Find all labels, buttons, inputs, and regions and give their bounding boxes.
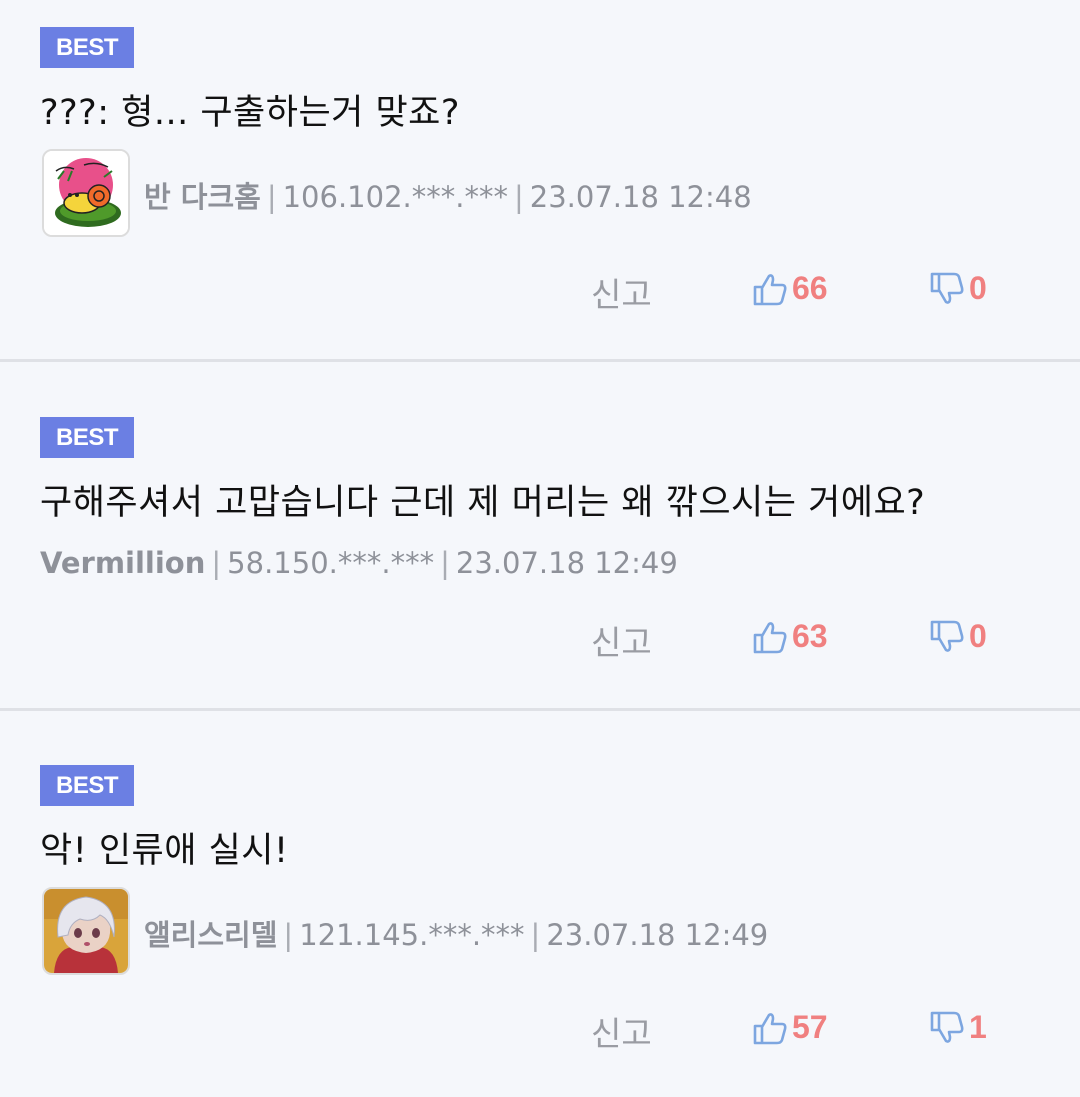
comment-item: BEST 악! 인류애 실시! 앨리스리델 | 121.145.***.*** | 23…	[0, 711, 1080, 1097]
nickname[interactable]: 반 다크홈	[144, 180, 261, 214]
upvote-count: 66	[792, 270, 828, 306]
thumbs-down-icon	[930, 1011, 964, 1043]
separator: |	[513, 180, 524, 214]
anime-girl-avatar-icon	[44, 889, 128, 973]
best-badge: BEST	[40, 765, 134, 806]
downvote-button[interactable]: 0	[929, 618, 987, 655]
timestamp: 23.07.18 12:49	[546, 918, 769, 952]
comment-text: ???: 형... 구출하는거 맞죠?	[40, 93, 460, 133]
thumbs-down-icon	[930, 620, 964, 652]
thumbs-down-icon	[930, 272, 964, 304]
comment-meta: Vermillion | 58.150.***.*** | 23.07.18 12:49	[40, 546, 678, 580]
report-button[interactable]: 신고	[591, 268, 652, 316]
comment-item: BEST ???: 형... 구출하는거 맞죠? 반 다크홈 | 106.102.*…	[0, 0, 1080, 360]
timestamp: 23.07.18 12:48	[529, 180, 752, 214]
upvote-button[interactable]: 63	[752, 618, 828, 655]
thumbs-up-icon	[753, 1012, 787, 1044]
nickname[interactable]: 앨리스리델	[144, 918, 277, 952]
thumbs-up-icon	[753, 621, 787, 653]
report-button[interactable]: 신고	[591, 1007, 652, 1055]
downvote-button[interactable]: 1	[929, 1009, 987, 1046]
upvote-count: 63	[792, 618, 828, 654]
upvote-button[interactable]: 57	[752, 1009, 828, 1046]
separator: |	[283, 918, 294, 952]
ip-address: 106.102.***.***	[282, 180, 508, 214]
timestamp: 23.07.18 12:49	[455, 546, 678, 580]
separator: |	[266, 180, 277, 214]
comment-meta: 앨리스리델 | 121.145.***.*** | 23.07.18 12:49	[144, 912, 768, 954]
separator: |	[211, 546, 222, 580]
comment-text: 구해주셔서 고맙습니다 근데 제 머리는 왜 깎으시는 거에요?	[40, 483, 926, 523]
upvote-count: 57	[792, 1009, 828, 1045]
upvote-button[interactable]: 66	[752, 270, 828, 307]
cartoon-snail-avatar-icon	[44, 151, 128, 235]
downvote-count: 0	[969, 618, 987, 654]
separator: |	[440, 546, 450, 580]
comment-meta: 반 다크홈 | 106.102.***.*** | 23.07.18 12:48	[144, 174, 752, 216]
ip-address: 121.145.***.***	[299, 918, 525, 952]
report-button[interactable]: 신고	[591, 616, 652, 664]
best-badge: BEST	[40, 417, 134, 458]
nickname[interactable]: Vermillion	[40, 546, 205, 580]
best-badge: BEST	[40, 27, 134, 68]
downvote-count: 1	[969, 1009, 987, 1045]
ip-address: 58.150.***.***	[227, 546, 435, 580]
downvote-button[interactable]: 0	[929, 270, 987, 307]
comment-item: BEST 구해주셔서 고맙습니다 근데 제 머리는 왜 깎으시는 거에요? Ve…	[0, 362, 1080, 708]
downvote-count: 0	[969, 270, 987, 306]
thumbs-up-icon	[753, 273, 787, 305]
comment-text: 악! 인류애 실시!	[40, 831, 289, 871]
user-avatar[interactable]	[42, 887, 130, 975]
separator: |	[530, 918, 541, 952]
user-avatar[interactable]	[42, 149, 130, 237]
